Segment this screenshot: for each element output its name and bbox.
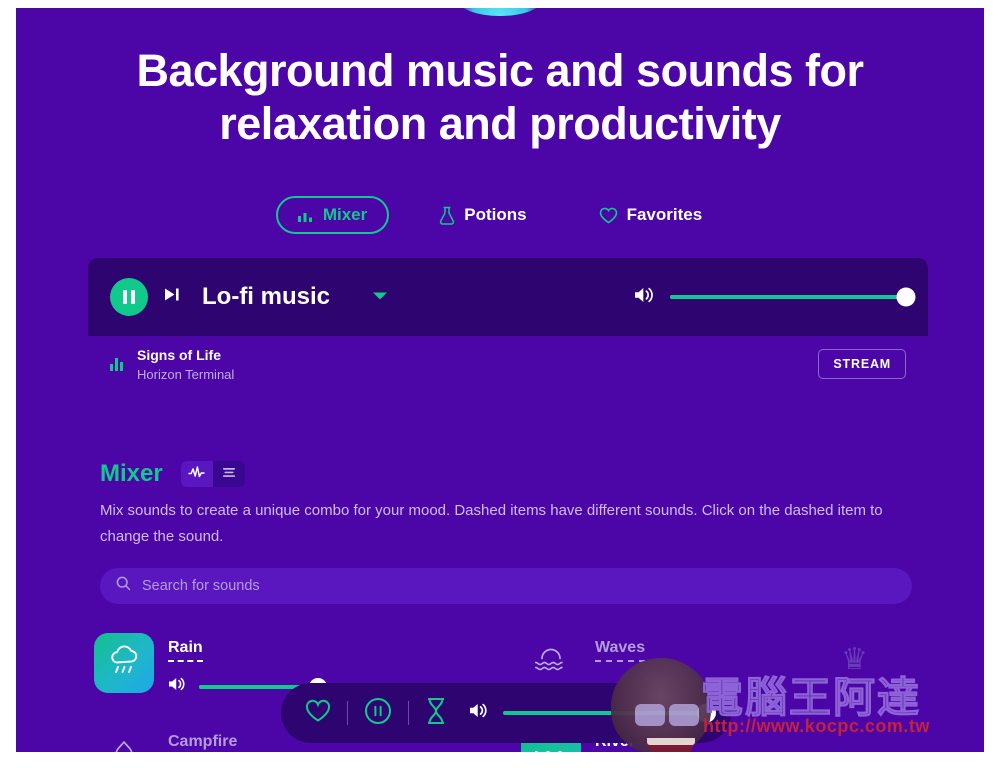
equalizer-icon [297, 209, 314, 222]
floating-volume-slider[interactable] [503, 703, 716, 723]
circle-pause-icon[interactable] [364, 697, 392, 730]
tab-mixer-label: Mixer [322, 205, 368, 224]
flask-icon [439, 206, 455, 225]
list-icon [221, 465, 237, 483]
player-volume-knob[interactable] [896, 287, 916, 307]
mixer-waveform-view-button[interactable] [180, 461, 213, 487]
logo-glow [457, 8, 543, 16]
tab-potions[interactable]: Potions [417, 196, 548, 234]
skip-next-icon [164, 287, 180, 307]
player-volume-control [634, 286, 916, 309]
divider [408, 701, 409, 725]
floating-control-bar [281, 683, 731, 743]
player-bar: Lo-fi music [88, 258, 928, 336]
pause-icon [123, 290, 135, 304]
page-bottom-edge [16, 752, 984, 760]
mixer-view-toggle-group [180, 461, 245, 487]
sound-name-campfire[interactable]: Campfire [168, 733, 237, 751]
player-volume-fill [670, 295, 906, 299]
now-playing-row: Signs of Life Horizon Terminal STREAM [88, 336, 928, 392]
now-playing-title: Signs of Life [137, 346, 221, 363]
sound-name-rain[interactable]: Rain [168, 639, 203, 662]
main-nav-tabs: Mixer Potions Favorites [16, 196, 984, 234]
heart-icon[interactable] [305, 699, 331, 728]
equalizer-icon [110, 357, 123, 371]
mixer-title: Mixer [100, 460, 163, 487]
app-root: Background music and sounds for relaxati… [16, 8, 984, 760]
search-input[interactable]: Search for sounds [142, 578, 260, 594]
page-title: Background music and sounds for relaxati… [136, 45, 864, 149]
tab-potions-label: Potions [464, 205, 527, 224]
stream-button[interactable]: STREAM [818, 349, 906, 379]
mixer-header: Mixer [100, 460, 245, 488]
speaker-icon[interactable] [634, 286, 656, 309]
search-icon [116, 576, 131, 596]
player-track-title: Lo-fi music [202, 283, 331, 310]
now-playing-artist: Horizon Terminal [137, 366, 235, 382]
heart-icon [599, 207, 618, 224]
mixer-description: Mix sounds to create a unique combo for … [100, 502, 883, 545]
player-dropdown-button[interactable] [372, 288, 388, 306]
sound-name-waves[interactable]: Waves [595, 639, 646, 662]
sun-waves-icon [533, 645, 569, 682]
now-playing-text: Signs of Life Horizon Terminal [137, 347, 234, 382]
floating-volume-knob[interactable] [697, 703, 716, 723]
sound-body-waves: Waves [595, 633, 924, 662]
tab-mixer[interactable]: Mixer [275, 196, 390, 234]
player-skip-next-button[interactable] [164, 287, 180, 307]
speaker-icon[interactable] [469, 702, 490, 724]
chevron-down-icon [372, 288, 388, 306]
mixer-list-view-button[interactable] [213, 461, 245, 487]
player-volume-slider[interactable] [670, 287, 916, 307]
search-bar[interactable]: Search for sounds [100, 568, 912, 604]
rain-cloud-icon [106, 644, 142, 683]
speaker-icon[interactable] [168, 676, 187, 697]
sound-tile-rain[interactable] [94, 633, 154, 693]
tab-favorites-label: Favorites [626, 205, 703, 224]
player-pause-button[interactable] [110, 278, 148, 316]
divider [347, 701, 348, 725]
floating-volume-control [469, 702, 716, 724]
waveform-icon [188, 465, 205, 484]
tab-favorites[interactable]: Favorites [577, 196, 725, 234]
hourglass-icon[interactable] [425, 697, 447, 730]
